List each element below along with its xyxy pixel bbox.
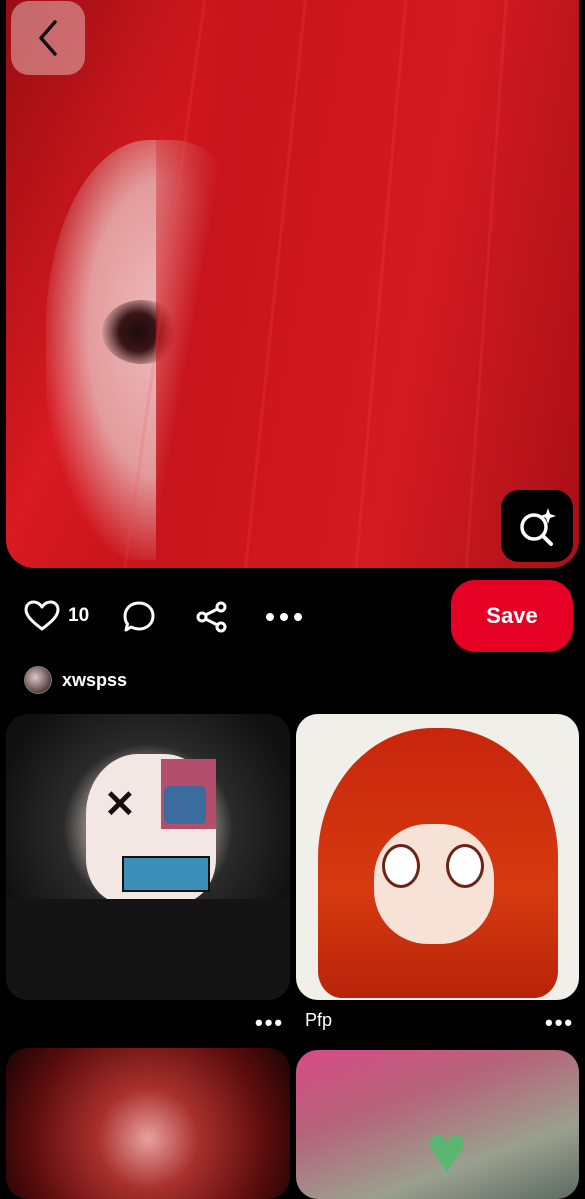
share-icon [196, 601, 227, 633]
chevron-left-icon [39, 20, 57, 56]
like-button[interactable]: 10 [24, 600, 89, 632]
author-row[interactable]: xwspss [24, 666, 127, 694]
feed-pin-4[interactable]: ♥ [296, 1050, 579, 1199]
back-button[interactable] [11, 1, 85, 75]
like-count: 10 [68, 605, 90, 626]
image-hair [156, 0, 579, 568]
heart-shape: ♥ [426, 1111, 468, 1189]
share-button[interactable] [195, 600, 229, 634]
tile-mouth [122, 856, 210, 892]
more-horizontal-icon [266, 613, 302, 621]
comment-button[interactable] [122, 600, 156, 634]
tile-eye-left [382, 844, 420, 888]
comment-bubble-icon [123, 601, 155, 632]
heart-outline-icon [24, 600, 60, 631]
feed-pin-2-more-button[interactable]: ••• [545, 1010, 574, 1036]
feed-pin-3[interactable] [6, 1048, 290, 1199]
save-button[interactable]: Save [451, 580, 573, 652]
feed-pin-2[interactable] [296, 714, 579, 1000]
tile-eye-right [446, 844, 484, 888]
author-name[interactable]: xwspss [62, 670, 127, 691]
lens-sparkle-icon [520, 508, 556, 546]
pin-image[interactable] [6, 0, 579, 568]
pin-action-bar: 10 Save [0, 580, 585, 652]
visual-search-button[interactable] [501, 490, 573, 562]
feed-pin-1-more-button[interactable]: ••• [255, 1010, 284, 1036]
x-mark: ✕ [104, 784, 136, 826]
tile-shirt [6, 899, 290, 1000]
feed-pin-1[interactable]: ✕ [6, 714, 290, 1000]
avatar[interactable] [24, 666, 52, 694]
tile-eye [164, 786, 206, 824]
more-options-button[interactable] [264, 600, 304, 634]
feed-pin-2-title: Pfp [305, 1010, 333, 1030]
